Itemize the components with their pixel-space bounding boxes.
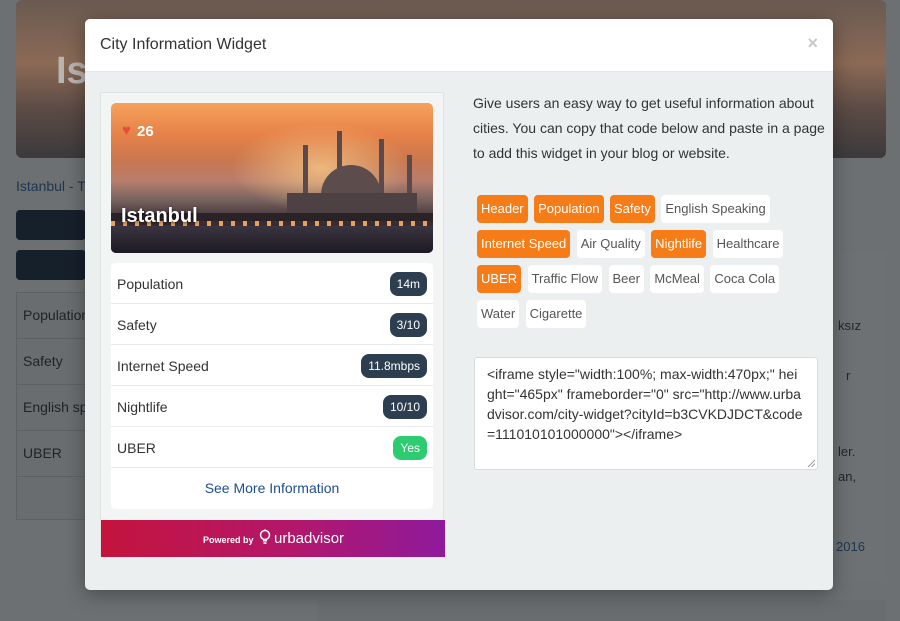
stat-row-internet-speed: Internet Speed 11.8mbps <box>111 345 433 386</box>
tag-uber[interactable]: UBER <box>477 265 522 293</box>
background-text: ler. <box>838 444 856 459</box>
stat-label: Safety <box>117 317 157 333</box>
background-bottom-panel <box>318 600 886 621</box>
background-stat-row: UBER <box>17 431 85 477</box>
background-button-1[interactable] <box>16 210 86 240</box>
water <box>111 226 433 253</box>
powered-by-footer[interactable]: Powered by urbadvisor <box>101 520 445 557</box>
widget-description: Give users an easy way to get useful inf… <box>473 95 825 161</box>
background-stat-row: Safety <box>17 339 85 385</box>
tag-air-quality[interactable]: Air Quality <box>576 230 645 258</box>
bulb-icon <box>259 529 271 544</box>
tag-english-speaking[interactable]: English Speaking <box>661 195 770 223</box>
close-icon[interactable]: × <box>807 33 818 54</box>
city-widget-modal: City Information Widget × ♥ 26 Istanbul … <box>85 19 833 590</box>
stat-label: UBER <box>117 440 156 456</box>
see-more-link[interactable]: See More Information <box>111 468 433 509</box>
embed-code-text: <iframe style="width:100%; max-width:470… <box>487 366 803 442</box>
tag-header[interactable]: Header <box>477 195 528 223</box>
stat-value-badge: 10/10 <box>382 395 427 419</box>
stat-row-population: Population 14m <box>111 263 433 304</box>
stat-value-badge: 14m <box>389 272 427 296</box>
city-name: Istanbul <box>121 205 198 227</box>
tag-traffic-flow[interactable]: Traffic Flow <box>527 265 603 293</box>
background-stat-row: English sp <box>17 385 85 431</box>
stat-value-badge: Yes <box>393 436 427 460</box>
tag-beer[interactable]: Beer <box>608 265 644 293</box>
background-stats-list: Population Safety English sp UBER <box>16 292 86 520</box>
stat-value-badge: 3/10 <box>389 313 427 337</box>
powered-by-label: Powered by <box>203 535 254 545</box>
tag-population[interactable]: Population <box>534 195 604 223</box>
background-text: ksız <box>838 318 862 333</box>
tag-safety[interactable]: Safety <box>610 195 655 223</box>
background-breadcrumb[interactable]: Istanbul - T <box>16 178 86 194</box>
city-image: ♥ 26 Istanbul <box>111 103 433 253</box>
tag-water[interactable]: Water <box>477 300 520 328</box>
tag-coca-cola[interactable]: Coca Cola <box>710 265 780 293</box>
background-right-panel <box>834 252 886 582</box>
tag-cigarette[interactable]: Cigarette <box>525 300 587 328</box>
widget-preview: ♥ 26 Istanbul Population 14m Safety 3/10… <box>100 92 445 557</box>
stat-row-nightlife: Nightlife 10/10 <box>111 386 433 427</box>
heart-icon: ♥ <box>122 122 131 139</box>
background-text: r <box>846 368 851 383</box>
background-button-2[interactable] <box>16 250 86 280</box>
tag-internet-speed[interactable]: Internet Speed <box>477 230 571 258</box>
tag-nightlife[interactable]: Nightlife <box>651 230 707 258</box>
tag-healthcare[interactable]: Healthcare <box>712 230 784 258</box>
stat-row-safety: Safety 3/10 <box>111 304 433 345</box>
tag-selector: Header Population Safety English Speakin… <box>477 195 827 335</box>
background-text: an, <box>838 469 857 484</box>
embed-code-textarea[interactable]: <iframe style="width:100%; max-width:470… <box>474 357 818 470</box>
background-text: 2016 <box>836 539 865 554</box>
resize-handle-icon[interactable] <box>807 459 815 467</box>
stat-label: Internet Speed <box>117 358 209 374</box>
modal-title: City Information Widget <box>100 36 267 53</box>
likes-count: 26 <box>137 123 154 140</box>
stat-label: Population <box>117 276 184 292</box>
tag-mcmeal[interactable]: McMeal <box>650 265 704 293</box>
stat-row-uber: UBER Yes <box>111 427 433 468</box>
brand-logo: urbadvisor <box>274 530 345 547</box>
background-stat-row: Population <box>17 293 85 339</box>
modal-header: City Information Widget × <box>85 19 833 72</box>
stats-list: Population 14m Safety 3/10 Internet Spee… <box>111 263 433 509</box>
stat-label: Nightlife <box>117 399 168 415</box>
stat-value-badge: 11.8mbps <box>361 354 427 378</box>
